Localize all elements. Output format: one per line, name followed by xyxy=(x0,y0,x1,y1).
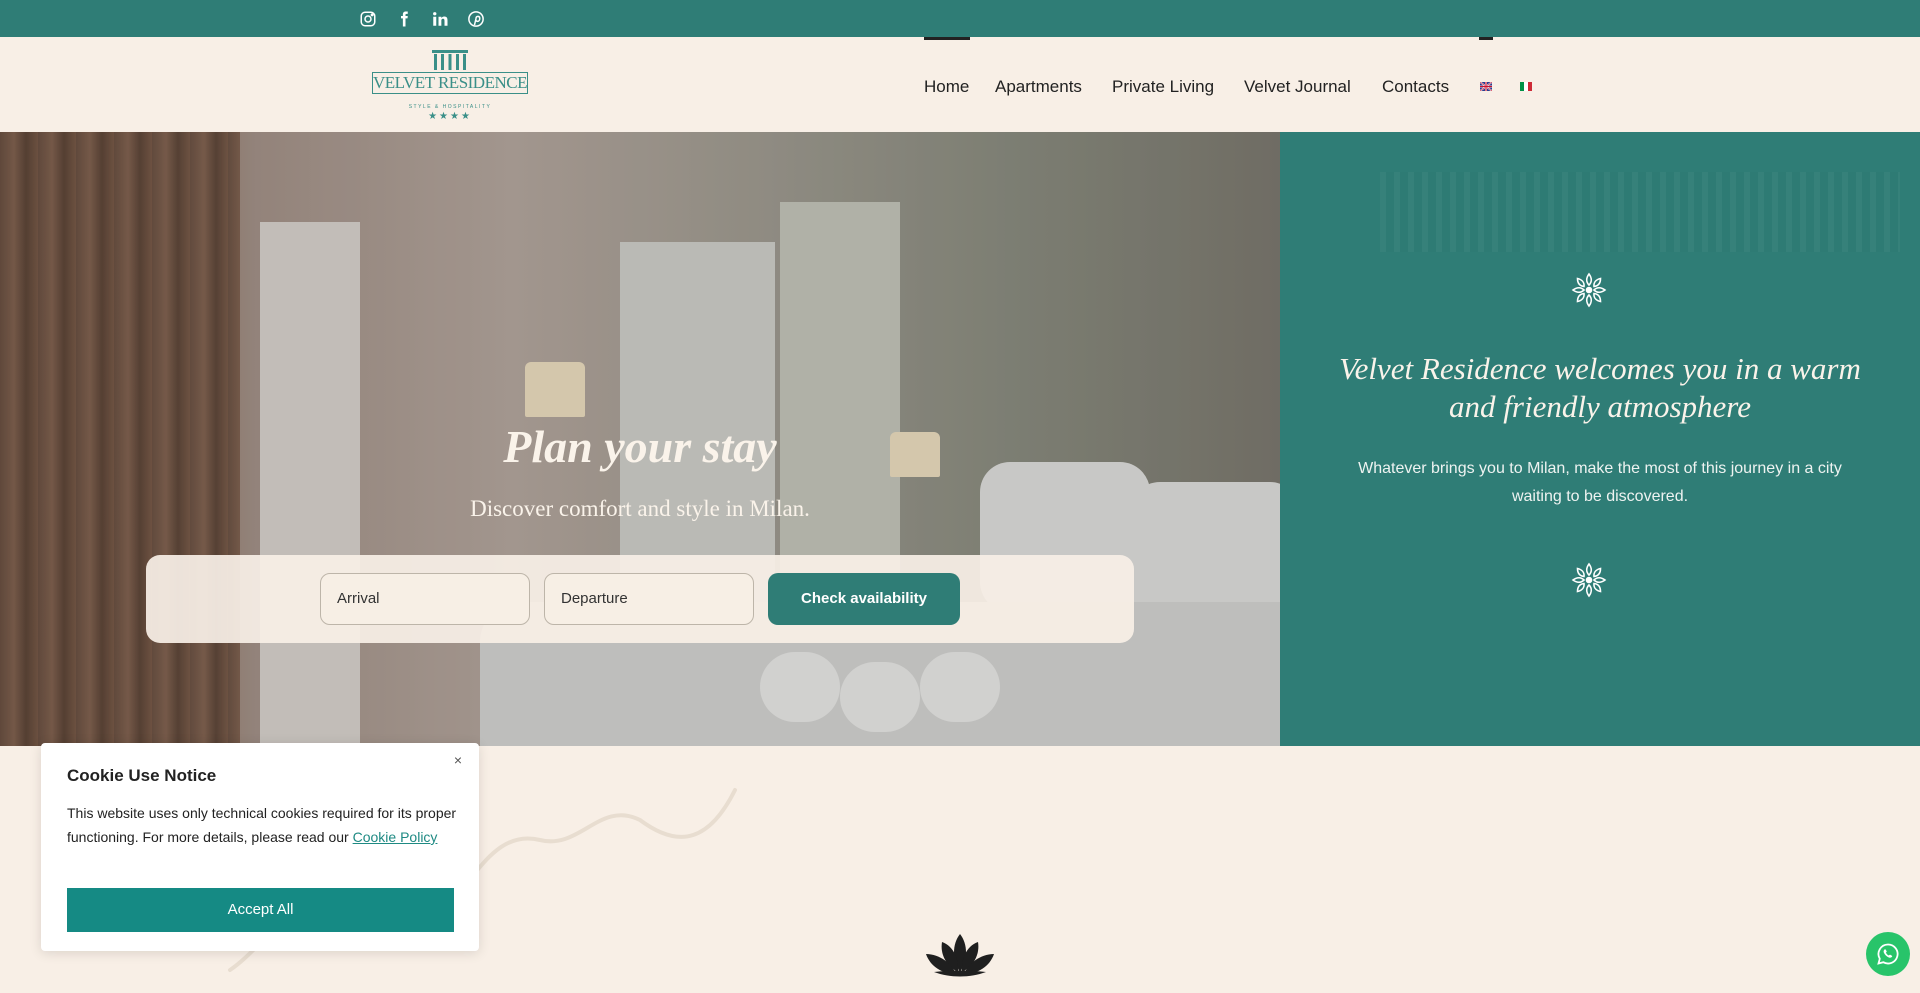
accept-all-button[interactable]: Accept All xyxy=(67,888,454,932)
cookie-policy-link[interactable]: Cookie Policy xyxy=(353,829,438,845)
linkedin-icon[interactable] xyxy=(430,9,450,29)
whatsapp-button[interactable] xyxy=(1866,932,1910,976)
welcome-panel: Velvet Residence welcomes you in a warm … xyxy=(1280,132,1920,746)
hero-section: Plan your stay Discover comfort and styl… xyxy=(0,132,1280,746)
nav-item-apartments[interactable]: Apartments xyxy=(995,77,1082,97)
nav-item-velvet-journal[interactable]: Velvet Journal xyxy=(1244,77,1351,97)
booking-bar: Arrival Departure Check availability xyxy=(146,555,1134,643)
check-availability-button[interactable]: Check availability xyxy=(768,573,960,625)
flower-ornament-icon-2 xyxy=(1571,562,1607,598)
whatsapp-icon xyxy=(1877,943,1899,965)
top-bar xyxy=(0,0,1920,37)
panel-text: Whatever brings you to Milan, make the m… xyxy=(1358,460,1842,505)
nav-item-private-living[interactable]: Private Living xyxy=(1112,77,1214,97)
cookie-title: Cookie Use Notice xyxy=(67,766,217,785)
italian-flag-icon[interactable] xyxy=(1520,82,1532,91)
lotus-icon xyxy=(926,934,994,977)
panel-title: Velvet Residence welcomes you in a warm … xyxy=(1339,351,1861,424)
hero-title: Plan your stay xyxy=(503,421,777,472)
pinterest-icon[interactable] xyxy=(466,9,486,29)
cookie-notice: × Cookie Use Notice This website uses on… xyxy=(41,743,479,951)
arrival-field[interactable]: Arrival xyxy=(320,573,530,625)
nav-item-contacts[interactable]: Contacts xyxy=(1382,77,1449,97)
facebook-icon[interactable] xyxy=(394,9,414,29)
english-flag-icon[interactable] xyxy=(1480,82,1492,91)
hero-subtitle: Discover comfort and style in Milan. xyxy=(470,496,810,521)
logo-stars: ★★★★ xyxy=(428,111,472,122)
site-header: VELVET RESIDENCE STYLE & HOSPITALITY ★★★… xyxy=(0,37,1920,132)
nav-indicator xyxy=(1479,37,1493,40)
close-icon[interactable]: × xyxy=(451,753,465,767)
logo-tagline: STYLE & HOSPITALITY xyxy=(408,104,492,110)
nav-active-indicator xyxy=(924,37,970,40)
logo-building-icon xyxy=(432,50,468,70)
instagram-icon[interactable] xyxy=(358,9,378,29)
departure-field[interactable]: Departure xyxy=(544,573,754,625)
nav-item-home[interactable]: Home xyxy=(924,77,969,97)
flower-ornament-icon xyxy=(1571,272,1607,308)
logo[interactable]: VELVET RESIDENCE STYLE & HOSPITALITY ★★★… xyxy=(370,42,530,124)
cookie-text: This website uses only technical cookies… xyxy=(67,801,467,849)
logo-name: VELVET RESIDENCE xyxy=(372,72,528,94)
panel-texture xyxy=(1380,172,1900,252)
